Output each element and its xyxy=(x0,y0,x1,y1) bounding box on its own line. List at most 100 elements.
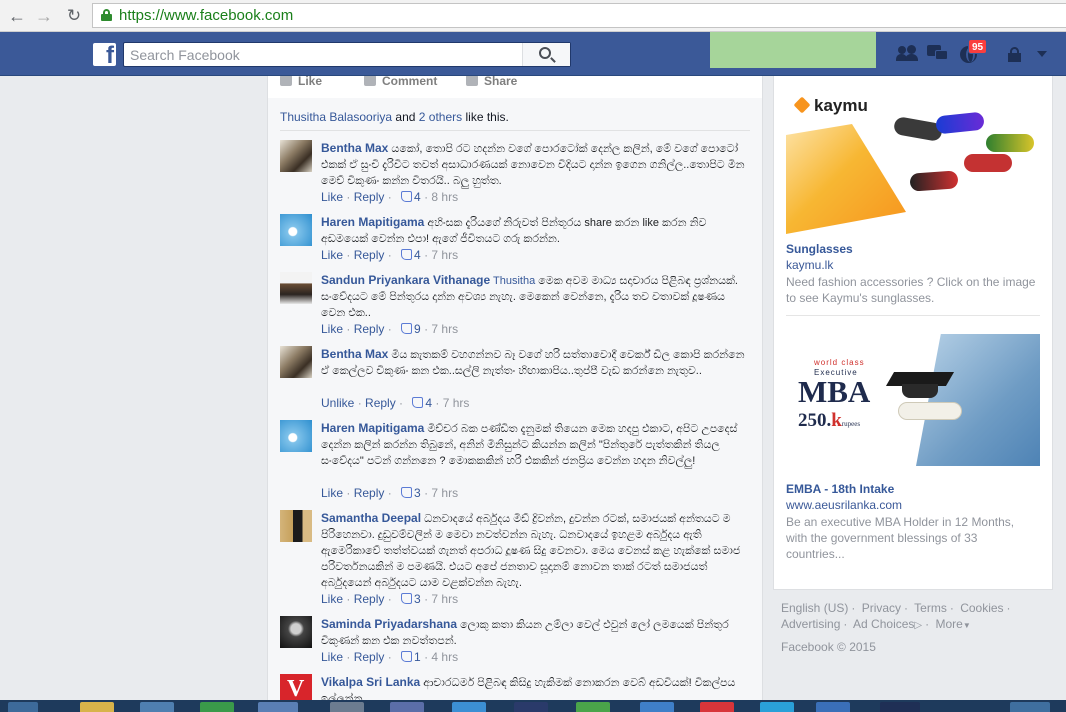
back-arrow-icon[interactable]: ← xyxy=(6,5,28,27)
ad-image-mba[interactable]: world class Executive MBA 250.krupees xyxy=(786,334,1040,466)
comment-like-link[interactable]: Like xyxy=(321,486,343,500)
comment-meta: Like · Reply · 3 · 7 hrs xyxy=(321,592,459,606)
url-text[interactable]: https://www.facebook.com xyxy=(119,7,293,24)
share-action-button[interactable]: Share xyxy=(466,76,517,88)
comment-reply-link[interactable]: Reply xyxy=(354,322,385,336)
taskbar-app-icon[interactable] xyxy=(390,702,424,712)
others-link[interactable]: 2 others xyxy=(419,110,462,124)
ad-title[interactable]: Sunglasses xyxy=(786,242,853,256)
friend-requests-icon[interactable] xyxy=(896,44,918,64)
taskbar-app-icon[interactable] xyxy=(1010,702,1050,712)
commenter-avatar[interactable] xyxy=(280,346,312,378)
comment-like-count[interactable]: 4 xyxy=(414,248,421,262)
comment-time[interactable]: 7 hrs xyxy=(431,486,458,500)
taskbar-app-icon[interactable] xyxy=(80,702,114,712)
taskbar-app-icon[interactable] xyxy=(640,702,674,712)
comment-time[interactable]: 7 hrs xyxy=(431,248,458,262)
footer-ad-choices-link[interactable]: Ad Choices xyxy=(853,617,914,631)
comment-body: Haren Mapitigama මිච්චර බක පණ්ඩිත දැනුමක… xyxy=(321,420,746,469)
commenter-name[interactable]: Vikalpa Sri Lanka xyxy=(321,675,420,689)
facebook-logo-icon[interactable]: f xyxy=(93,43,116,66)
footer-cookies-link[interactable]: Cookies xyxy=(960,601,1003,615)
search-input[interactable] xyxy=(130,46,520,63)
commenter-avatar[interactable] xyxy=(280,420,312,452)
comment-like-count[interactable]: 4 xyxy=(425,396,432,410)
comment-like-link[interactable]: Like xyxy=(321,322,343,336)
comment-time[interactable]: 8 hrs xyxy=(431,190,458,204)
liker-name-link[interactable]: Thusitha Balasooriya xyxy=(280,110,392,124)
taskbar-app-icon[interactable] xyxy=(700,702,734,712)
tagged-name-link[interactable]: Thusitha xyxy=(493,275,535,287)
comment-like-count[interactable]: 4 xyxy=(414,190,421,204)
comment-unlike-link[interactable]: Unlike xyxy=(321,396,354,410)
address-bar[interactable]: https://www.facebook.com xyxy=(92,3,1066,28)
commenter-name[interactable]: Haren Mapitigama xyxy=(321,215,424,229)
taskbar-app-icon[interactable] xyxy=(760,702,794,712)
comment-reply-link[interactable]: Reply xyxy=(354,592,385,606)
commenter-avatar[interactable] xyxy=(280,140,312,172)
forward-arrow-icon[interactable]: → xyxy=(33,5,55,27)
comment-reply-link[interactable]: Reply xyxy=(354,248,385,262)
commenter-name[interactable]: Bentha Max xyxy=(321,141,388,155)
taskbar-app-icon[interactable] xyxy=(140,702,174,712)
footer-language-link[interactable]: English (US) xyxy=(781,601,848,615)
footer-privacy-link[interactable]: Privacy xyxy=(862,601,901,615)
thumbs-up-icon xyxy=(412,397,424,408)
comment-time[interactable]: 4 hrs xyxy=(431,650,458,664)
comment-like-count[interactable]: 3 xyxy=(414,592,421,606)
taskbar-app-icon[interactable] xyxy=(576,702,610,712)
comment-time[interactable]: 7 hrs xyxy=(443,396,470,410)
comment-like-link[interactable]: Like xyxy=(321,650,343,664)
ad-url[interactable]: kaymu.lk xyxy=(786,258,833,272)
comment-time[interactable]: 7 hrs xyxy=(431,592,458,606)
comment-like-link[interactable]: Like xyxy=(321,190,343,204)
taskbar-app-icon[interactable] xyxy=(452,702,486,712)
footer-more-link[interactable]: More xyxy=(935,617,962,631)
account-menu-caret-icon[interactable] xyxy=(1037,51,1047,57)
sunglasses-icon xyxy=(935,111,985,135)
ad-description[interactable]: Need fashion accessories ? Click on the … xyxy=(786,274,1036,306)
taskbar-app-icon[interactable] xyxy=(816,702,850,712)
commenter-name[interactable]: Haren Mapitigama xyxy=(321,421,424,435)
profile-area[interactable] xyxy=(710,32,876,68)
commenter-name[interactable]: Bentha Max xyxy=(321,347,388,361)
commenter-avatar[interactable] xyxy=(280,510,312,542)
comment-time[interactable]: 7 hrs xyxy=(431,322,458,336)
messages-icon[interactable] xyxy=(927,44,949,64)
comment-like-link[interactable]: Like xyxy=(321,592,343,606)
ad-title[interactable]: EMBA - 18th Intake xyxy=(786,482,894,496)
commenter-avatar[interactable] xyxy=(280,616,312,648)
footer-copyright: Facebook © 2015 xyxy=(781,640,876,654)
taskbar-app-icon[interactable] xyxy=(880,702,920,712)
comment-like-count[interactable]: 3 xyxy=(414,486,421,500)
footer-advertising-link[interactable]: Advertising xyxy=(781,617,840,631)
comment-reply-link[interactable]: Reply xyxy=(354,486,385,500)
commenter-name[interactable]: Sandun Priyankara Vithanage xyxy=(321,273,490,287)
commenter-name[interactable]: Samantha Deepal xyxy=(321,511,421,525)
ad-description[interactable]: Be an executive MBA Holder in 12 Months,… xyxy=(786,514,1036,562)
taskbar-app-icon[interactable] xyxy=(514,702,548,712)
comment-like-count[interactable]: 1 xyxy=(414,650,421,664)
comment-reply-link[interactable]: Reply xyxy=(354,190,385,204)
privacy-shortcuts-lock-icon[interactable] xyxy=(1007,47,1029,67)
commenter-name[interactable]: Saminda Priyadarshana xyxy=(321,617,457,631)
likes-and-text: and xyxy=(395,110,416,124)
taskbar-app-icon[interactable] xyxy=(330,702,364,712)
taskbar-app-icon[interactable] xyxy=(200,702,234,712)
commenter-avatar[interactable] xyxy=(280,272,312,304)
comment-like-link[interactable]: Like xyxy=(321,248,343,262)
ad-image-sunglasses[interactable]: kaymu xyxy=(786,84,1040,234)
comment-action-button[interactable]: Comment xyxy=(364,76,437,88)
commenter-avatar[interactable] xyxy=(280,214,312,246)
comment-reply-link[interactable]: Reply xyxy=(365,396,396,410)
comment-reply-link[interactable]: Reply xyxy=(354,650,385,664)
footer-terms-link[interactable]: Terms xyxy=(914,601,947,615)
like-action-button[interactable]: Like xyxy=(280,76,322,88)
taskbar-app-icon[interactable] xyxy=(258,702,298,712)
start-button-icon[interactable] xyxy=(8,702,38,712)
reload-icon[interactable]: ↻ xyxy=(63,5,85,27)
ad-url[interactable]: www.aeusrilanka.com xyxy=(786,498,902,512)
comment-like-count[interactable]: 9 xyxy=(414,322,421,336)
search-button[interactable] xyxy=(522,43,570,66)
notifications-badge[interactable]: 95 xyxy=(968,39,988,54)
